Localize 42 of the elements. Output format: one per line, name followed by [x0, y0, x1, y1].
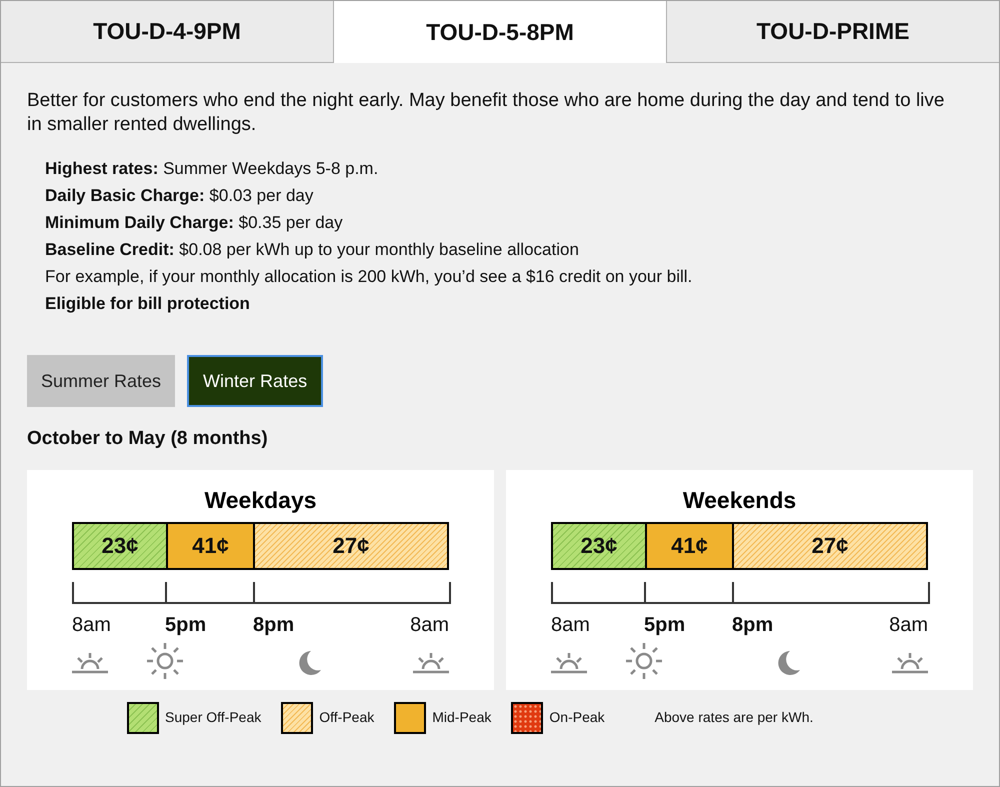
- schedule-title: Weekends: [682, 486, 796, 514]
- schedule-title: Weekdays: [204, 486, 317, 515]
- season-heading: October to May (8 months): [27, 427, 269, 451]
- time-label: 5pm: [165, 612, 206, 638]
- time-label: 8am: [551, 612, 590, 638]
- sunrise-icon: [72, 652, 108, 674]
- season-tab[interactable]: Winter Rates: [187, 355, 324, 407]
- sunrise-icon: [551, 652, 587, 674]
- plan-tab[interactable]: TOU-D-4-9PM: [1, 1, 333, 63]
- sunrise-icon: [892, 652, 928, 674]
- plan-detail: Highest rates: Summer Weekdays 5-8 p.m.: [45, 158, 380, 180]
- moon-icon: [776, 650, 800, 676]
- plan-tab[interactable]: TOU-D-5-8PM: [333, 1, 666, 63]
- time-label: 8am: [410, 612, 449, 638]
- plan-detail: Baseline Credit: $0.08 per kWh up to your monthly baseline allocation: [45, 239, 580, 261]
- plan-detail: Daily Basic Charge: $0.03 per day: [45, 185, 314, 207]
- plan-detail: Eligible for bill protection: [45, 293, 251, 315]
- sunrise-icon: [413, 652, 449, 674]
- rate-segment: 41¢: [645, 524, 732, 568]
- plan-detail: For example, if your monthly allocation is 200 kWh, you’d see a $16 credit on your bill.: [45, 266, 694, 288]
- season-tab[interactable]: Summer Rates: [27, 355, 176, 407]
- legend-label: Off-Peak: [319, 708, 374, 727]
- plan-detail: Minimum Daily Charge: $0.35 per day: [45, 212, 344, 234]
- legend-label: Mid-Peak: [432, 708, 492, 727]
- sun-icon: [146, 642, 184, 680]
- rate-segment: 23¢: [553, 524, 645, 568]
- moon-icon: [297, 650, 321, 676]
- rate-segment: 23¢: [74, 524, 166, 568]
- time-label: 8am: [889, 612, 928, 638]
- plan-tab[interactable]: TOU-D-PRIME: [666, 1, 999, 63]
- time-label: 8pm: [253, 612, 294, 638]
- rate-segment: 27¢: [253, 524, 447, 568]
- legend-label: Super Off-Peak: [165, 708, 262, 727]
- legend-label: On-Peak: [549, 708, 605, 727]
- sun-icon: [625, 642, 663, 680]
- time-label: 5pm: [644, 612, 686, 638]
- rate-segment: 27¢: [732, 524, 926, 568]
- legend-note: Above rates are per kWh.: [654, 708, 814, 727]
- time-label: 8am: [72, 612, 111, 638]
- time-label: 8pm: [732, 612, 774, 638]
- plan-description: Better for customers who end the night early. May benefit those who are home during the day and tend to live in smaller rented dwellings.: [27, 89, 946, 137]
- rate-segment: 41¢: [166, 524, 254, 568]
